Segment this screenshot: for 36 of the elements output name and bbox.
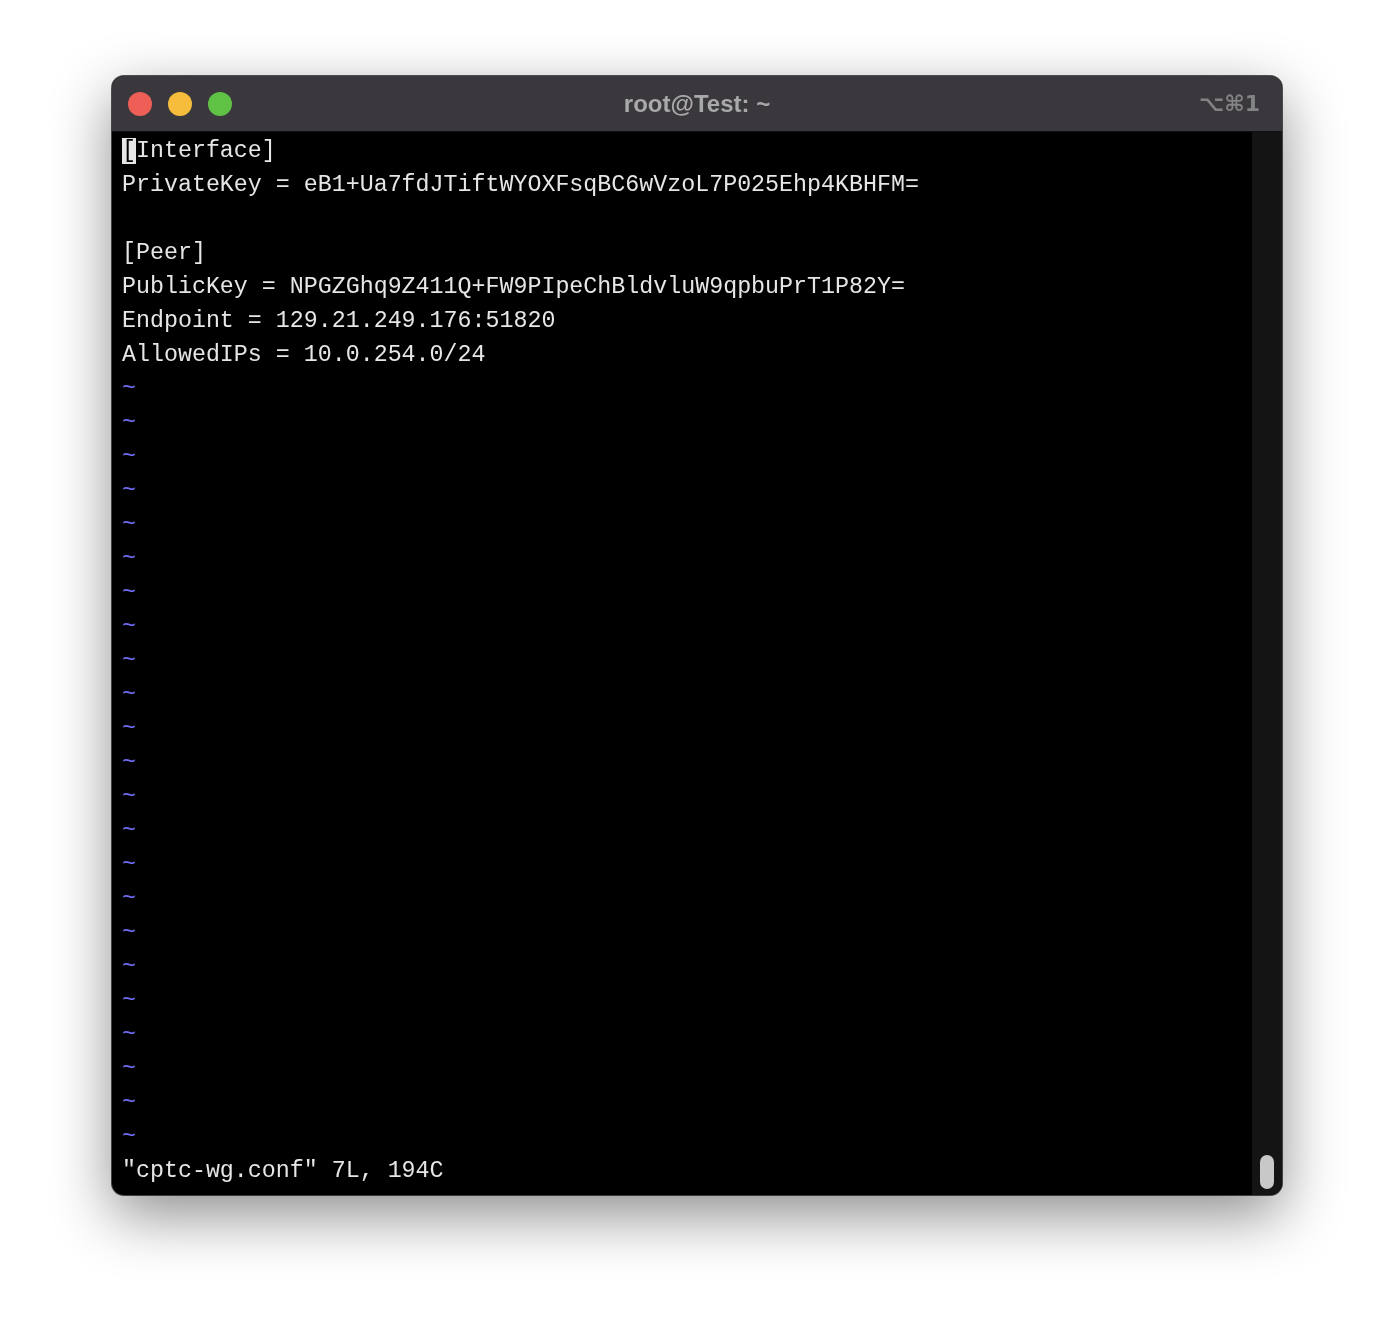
empty-line-marker: ~ <box>122 1124 136 1150</box>
empty-line-marker: ~ <box>122 988 136 1014</box>
scrollbar-thumb[interactable] <box>1260 1155 1274 1189</box>
empty-line-marker: ~ <box>122 410 136 436</box>
empty-line-marker: ~ <box>122 682 136 708</box>
empty-line-marker: ~ <box>122 954 136 980</box>
empty-line-marker: ~ <box>122 886 136 912</box>
empty-line-marker: ~ <box>122 512 136 538</box>
empty-line-marker: ~ <box>122 818 136 844</box>
empty-line-marker: ~ <box>122 376 136 402</box>
empty-line-marker: ~ <box>122 444 136 470</box>
code-line: Endpoint = 129.21.249.176:51820 <box>122 308 556 334</box>
empty-line-marker: ~ <box>122 716 136 742</box>
close-button[interactable] <box>128 91 152 116</box>
empty-line-marker: ~ <box>122 478 136 504</box>
code-line: [Peer] <box>122 240 206 266</box>
empty-line-marker: ~ <box>122 1056 136 1082</box>
empty-line-marker: ~ <box>122 614 136 640</box>
empty-line-marker: ~ <box>122 648 136 674</box>
empty-line-marker: ~ <box>122 784 136 810</box>
code-line: AllowedIPs = 10.0.254.0/24 <box>122 342 486 368</box>
code-line: [Interface] <box>122 138 276 164</box>
keyboard-shortcut: ⌥⌘1 <box>1198 91 1260 116</box>
minimize-button[interactable] <box>168 91 192 116</box>
zoom-button[interactable] <box>208 91 232 116</box>
empty-line-marker: ~ <box>122 750 136 776</box>
code-line: PublicKey = NPGZGhq9Z411Q+FW9PIpeChBldvluW9qpbuPrT1P82Y= <box>122 274 905 300</box>
window-title: root@Test: ~ <box>623 89 771 117</box>
code-line: PrivateKey = eB1+Ua7fdJTiftWYOXFsqBC6wVzoL7P025Ehp4KBHFM= <box>122 172 919 198</box>
empty-line-marker: ~ <box>122 546 136 572</box>
empty-line-marker: ~ <box>122 852 136 878</box>
empty-line-marker: ~ <box>122 1022 136 1048</box>
empty-line-marker: ~ <box>122 920 136 946</box>
empty-line-marker: ~ <box>122 1090 136 1116</box>
status-line: "cptc-wg.conf" 7L, 194C <box>122 1158 444 1184</box>
empty-line-marker: ~ <box>122 580 136 606</box>
